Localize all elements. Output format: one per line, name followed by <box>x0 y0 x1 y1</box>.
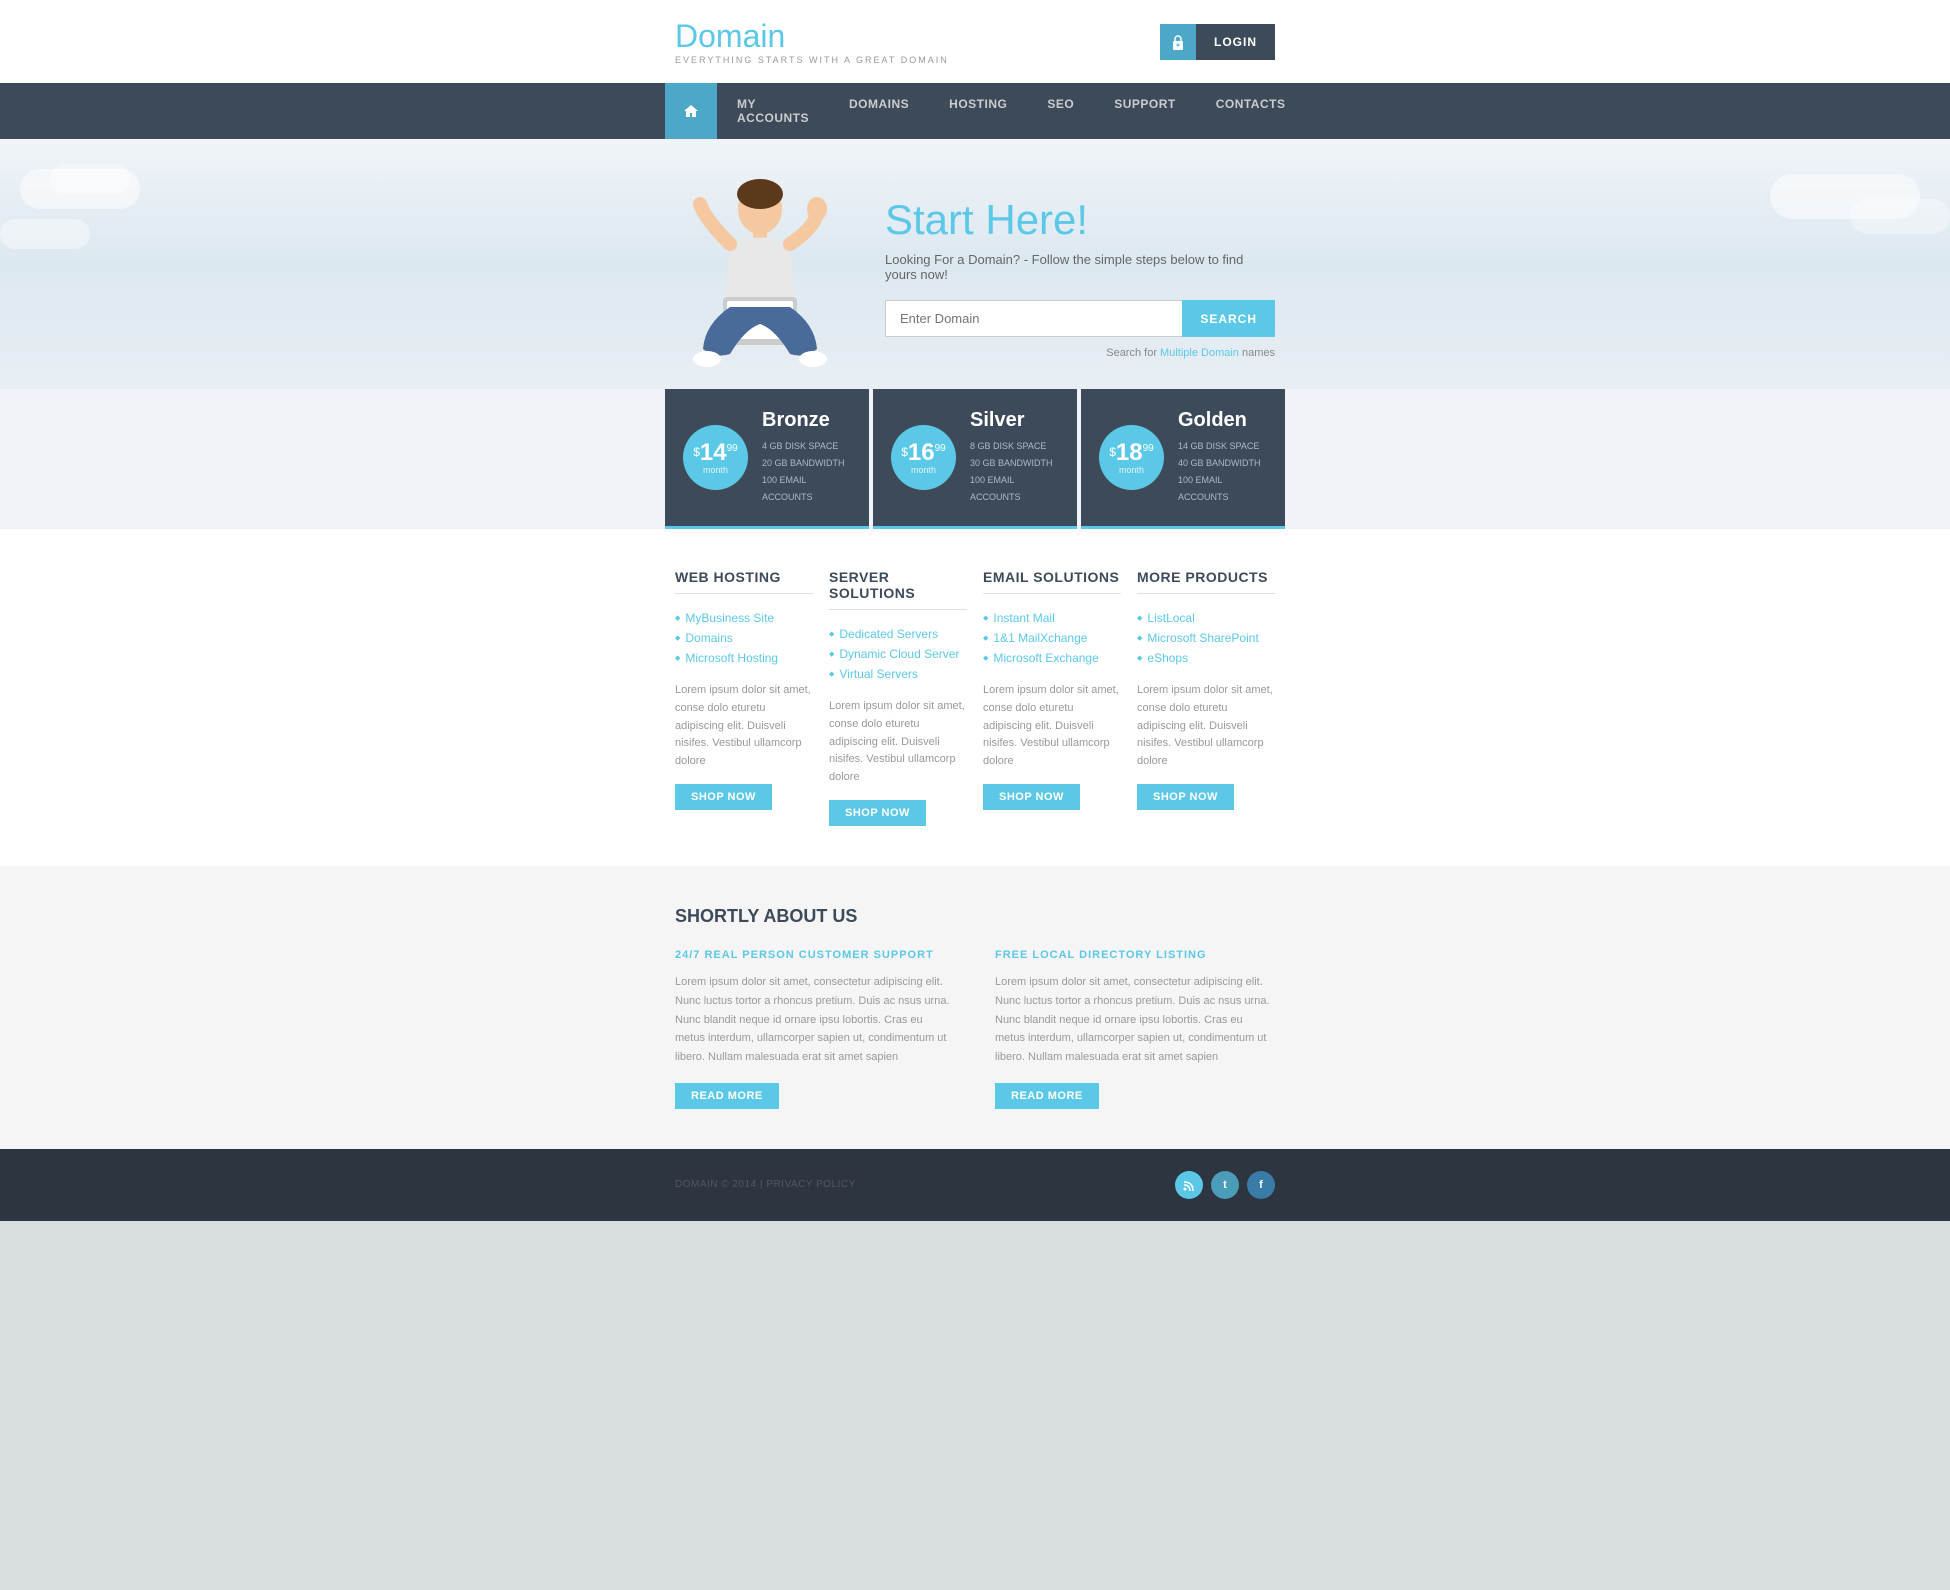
list-item[interactable]: Microsoft Hosting <box>675 648 813 668</box>
about-text-support: Lorem ipsum dolor sit amet, consectetur … <box>675 973 955 1066</box>
pricing-silver-name: Silver <box>970 409 1059 432</box>
pricing-bronze: $ 14 99 month Bronze 4 GB DISK SPACE20 G… <box>665 389 869 529</box>
hero-title: Start Here! <box>885 196 1275 244</box>
pricing-silver-details: Silver 8 GB DISK SPACE30 GB BANDWIDTH100… <box>970 409 1059 506</box>
read-more-directory[interactable]: READ MORE <box>995 1083 1099 1109</box>
service-more-products-title: MORE PRODUCTS <box>1137 569 1275 594</box>
service-more-products-desc: Lorem ipsum dolor sit amet, conse dolo e… <box>1137 682 1275 770</box>
pricing-section: $ 14 99 month Bronze 4 GB DISK SPACE20 G… <box>0 389 1950 529</box>
hero-subtitle: Looking For a Domain? - Follow the simpl… <box>885 252 1275 282</box>
services-section: WEB HOSTING MyBusiness Site Domains Micr… <box>0 529 1950 866</box>
list-item[interactable]: Instant Mail <box>983 608 1121 628</box>
list-item[interactable]: eShops <box>1137 648 1275 668</box>
service-server-solutions-list: Dedicated Servers Dynamic Cloud Server V… <box>829 624 967 684</box>
shop-now-more-products[interactable]: SHOP NOW <box>1137 784 1234 810</box>
pricing-silver-features: 8 GB DISK SPACE30 GB BANDWIDTH100 EMAIL … <box>970 438 1059 506</box>
price-circle-golden: $ 18 99 month <box>1099 425 1164 490</box>
logo-subtitle: EVERYTHING STARTS WITH A GREAT DOMAIN <box>675 55 949 65</box>
social-facebook-icon[interactable]: f <box>1247 1171 1275 1199</box>
service-server-solutions: SERVER SOLUTIONS Dedicated Servers Dynam… <box>829 569 967 826</box>
service-web-hosting: WEB HOSTING MyBusiness Site Domains Micr… <box>675 569 813 826</box>
pricing-golden-name: Golden <box>1178 409 1267 432</box>
list-item[interactable]: Domains <box>675 628 813 648</box>
nav-item-domains[interactable]: DOMAINS <box>829 83 929 139</box>
nav-home[interactable] <box>665 83 717 139</box>
hero-person <box>665 149 865 389</box>
logo-rest: omain <box>698 18 785 54</box>
about-subtitle-directory: FREE LOCAL DIRECTORY LISTING <box>995 949 1275 961</box>
multiple-domain-link[interactable]: Multiple Domain <box>1160 347 1239 359</box>
about-subtitle-support: 24/7 REAL PERSON CUSTOMER SUPPORT <box>675 949 955 961</box>
shop-now-web-hosting[interactable]: SHOP NOW <box>675 784 772 810</box>
shop-now-server-solutions[interactable]: SHOP NOW <box>829 800 926 826</box>
pricing-bronze-features: 4 GB DISK SPACE20 GB BANDWIDTH100 EMAIL … <box>762 438 851 506</box>
service-server-solutions-title: SERVER SOLUTIONS <box>829 569 967 610</box>
search-button[interactable]: SEARCH <box>1182 300 1275 337</box>
list-item[interactable]: 1&1 MailXchange <box>983 628 1121 648</box>
pricing-silver: $ 16 99 month Silver 8 GB DISK SPACE30 G… <box>873 389 1077 529</box>
search-note: Search for Multiple Domain names <box>885 347 1275 359</box>
list-item[interactable]: Dynamic Cloud Server <box>829 644 967 664</box>
read-more-support[interactable]: READ MORE <box>675 1083 779 1109</box>
list-item[interactable]: Virtual Servers <box>829 664 967 684</box>
price-circle-bronze: $ 14 99 month <box>683 425 748 490</box>
search-row: SEARCH <box>885 300 1275 337</box>
nav-item-support[interactable]: SUPPORT <box>1094 83 1196 139</box>
about-title: SHORTLY ABOUT US <box>675 906 1275 927</box>
nav-item-hosting[interactable]: HOSTING <box>929 83 1027 139</box>
social-icons: t f <box>1175 1171 1275 1199</box>
service-email-solutions: EMAIL SOLUTIONS Instant Mail 1&1 MailXch… <box>983 569 1121 826</box>
logo-letter: D <box>675 18 698 54</box>
service-email-solutions-list: Instant Mail 1&1 MailXchange Microsoft E… <box>983 608 1121 668</box>
service-email-solutions-desc: Lorem ipsum dolor sit amet, conse dolo e… <box>983 682 1121 770</box>
pricing-golden: $ 18 99 month Golden 14 GB DISK SPACE40 … <box>1081 389 1285 529</box>
nav-item-seo[interactable]: SEO <box>1027 83 1094 139</box>
social-twitter-icon[interactable]: t <box>1211 1171 1239 1199</box>
pricing-golden-details: Golden 14 GB DISK SPACE40 GB BANDWIDTH10… <box>1178 409 1267 506</box>
list-item[interactable]: MyBusiness Site <box>675 608 813 628</box>
list-item[interactable]: Dedicated Servers <box>829 624 967 644</box>
service-email-solutions-title: EMAIL SOLUTIONS <box>983 569 1121 594</box>
about-col-directory: FREE LOCAL DIRECTORY LISTING Lorem ipsum… <box>995 949 1275 1108</box>
logo: Domain EVERYTHING STARTS WITH A GREAT DO… <box>675 18 949 65</box>
lock-button[interactable] <box>1160 24 1196 60</box>
pricing-bronze-details: Bronze 4 GB DISK SPACE20 GB BANDWIDTH100… <box>762 409 851 506</box>
list-item[interactable]: Microsoft Exchange <box>983 648 1121 668</box>
hero-content: Start Here! Looking For a Domain? - Foll… <box>865 166 1285 389</box>
shop-now-email-solutions[interactable]: SHOP NOW <box>983 784 1080 810</box>
service-web-hosting-desc: Lorem ipsum dolor sit amet, conse dolo e… <box>675 682 813 770</box>
price-circle-silver: $ 16 99 month <box>891 425 956 490</box>
service-more-products-list: ListLocal Microsoft SharePoint eShops <box>1137 608 1275 668</box>
service-more-products: MORE PRODUCTS ListLocal Microsoft ShareP… <box>1137 569 1275 826</box>
service-web-hosting-list: MyBusiness Site Domains Microsoft Hostin… <box>675 608 813 668</box>
login-button[interactable]: LOGIN <box>1196 24 1275 60</box>
login-area: LOGIN <box>1160 24 1275 60</box>
social-rss-icon[interactable] <box>1175 1171 1203 1199</box>
footer-copy: DOMAIN © 2014 | PRIVACY POLICY <box>675 1179 856 1190</box>
list-item[interactable]: Microsoft SharePoint <box>1137 628 1275 648</box>
nav-item-contacts[interactable]: CONTACTS <box>1196 83 1306 139</box>
search-input[interactable] <box>885 300 1182 337</box>
about-col-customer-support: 24/7 REAL PERSON CUSTOMER SUPPORT Lorem … <box>675 949 955 1108</box>
service-web-hosting-title: WEB HOSTING <box>675 569 813 594</box>
pricing-bronze-name: Bronze <box>762 409 851 432</box>
footer: DOMAIN © 2014 | PRIVACY POLICY t f <box>0 1149 1950 1221</box>
about-text-directory: Lorem ipsum dolor sit amet, consectetur … <box>995 973 1275 1066</box>
about-section: SHORTLY ABOUT US 24/7 REAL PERSON CUSTOM… <box>0 866 1950 1148</box>
pricing-golden-features: 14 GB DISK SPACE40 GB BANDWIDTH100 EMAIL… <box>1178 438 1267 506</box>
nav-bar: MY ACCOUNTS DOMAINS HOSTING SEO SUPPORT … <box>0 83 1950 139</box>
list-item[interactable]: ListLocal <box>1137 608 1275 628</box>
nav-item-my-accounts[interactable]: MY ACCOUNTS <box>717 83 829 139</box>
service-server-solutions-desc: Lorem ipsum dolor sit amet, conse dolo e… <box>829 698 967 786</box>
hero-section: Start Here! Looking For a Domain? - Foll… <box>0 139 1950 389</box>
